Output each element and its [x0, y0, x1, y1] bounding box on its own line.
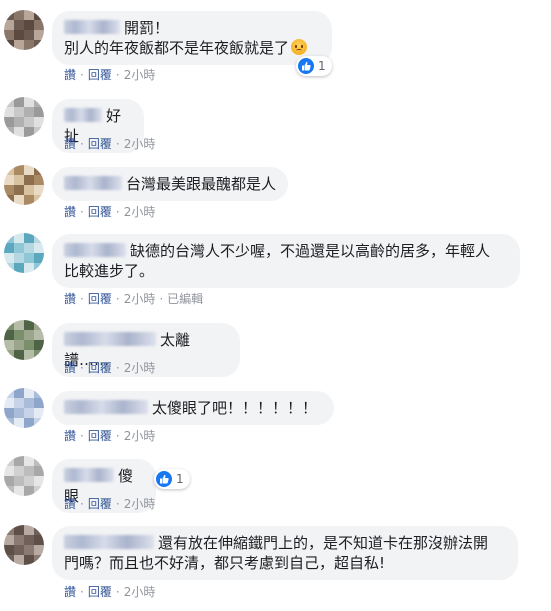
avatar[interactable] — [4, 165, 44, 205]
comment-text: 太傻眼了吧！！！！！！ — [152, 399, 318, 417]
reply-link[interactable]: 回覆 — [88, 137, 112, 151]
comment-actions: 讚 · 回覆 · 2小時 · 已編輯 — [64, 292, 204, 306]
edited-label[interactable]: 已編輯 — [167, 292, 203, 306]
comment-text: 別人的年夜飯都不是年夜飯就是了 — [64, 39, 290, 57]
avatar[interactable] — [4, 233, 44, 273]
author-name-blurred[interactable] — [64, 468, 114, 482]
timestamp[interactable]: 2小時 — [124, 137, 156, 151]
timestamp[interactable]: 2小時 — [124, 68, 156, 82]
like-link[interactable]: 讚 — [64, 361, 76, 375]
timestamp[interactable]: 2小時 — [124, 497, 156, 511]
timestamp[interactable]: 2小時 — [124, 361, 156, 375]
author-name-blurred[interactable] — [64, 400, 148, 414]
timestamp[interactable]: 2小時 — [124, 585, 156, 599]
avatar[interactable] — [4, 320, 44, 360]
like-link[interactable]: 讚 — [64, 585, 76, 599]
timestamp[interactable]: 2小時 — [124, 205, 156, 219]
reply-link[interactable]: 回覆 — [88, 68, 112, 82]
comment-bubble: 太傻眼了吧！！！！！！ — [52, 391, 334, 425]
angry-face-emoji — [291, 39, 308, 55]
comment-actions: 讚 · 回覆 · 2小時 — [64, 497, 156, 511]
comment-text: 還有放在伸縮鐵門上的，是不知道卡在那沒辦法開 — [158, 534, 489, 552]
reply-link[interactable]: 回覆 — [88, 429, 112, 443]
reply-link[interactable]: 回覆 — [88, 585, 112, 599]
comment-text: 門嗎？而且也不好清，都只考慮到自己，超自私! — [64, 554, 386, 572]
comment-bubble: 台灣最美跟最醜都是人 — [52, 167, 288, 201]
like-link[interactable]: 讚 — [64, 205, 76, 219]
author-name-blurred[interactable] — [64, 243, 126, 257]
comment-actions: 讚 · 回覆 · 2小時 — [64, 585, 156, 599]
comment-actions: 讚 · 回覆 · 2小時 — [64, 361, 156, 375]
comment-text: 台灣最美跟最醜都是人 — [126, 175, 277, 193]
comment-text: 缺德的台灣人不少喔，不過還是以高齡的居多，年輕人 — [130, 242, 491, 260]
reply-link[interactable]: 回覆 — [88, 205, 112, 219]
like-icon — [156, 471, 172, 487]
avatar[interactable] — [4, 10, 44, 50]
author-name-blurred[interactable] — [64, 20, 120, 34]
comment-text: 比較進步了。 — [64, 262, 155, 280]
reply-link[interactable]: 回覆 — [88, 292, 112, 306]
avatar[interactable] — [4, 97, 44, 137]
comment-actions: 讚 · 回覆 · 2小時 — [64, 205, 156, 219]
author-name-blurred[interactable] — [64, 332, 156, 346]
reaction-count-text: 1 — [318, 59, 326, 73]
reaction-count-text: 1 — [176, 472, 184, 486]
timestamp[interactable]: 2小時 — [124, 429, 156, 443]
like-link[interactable]: 讚 — [64, 68, 76, 82]
like-link[interactable]: 讚 — [64, 429, 76, 443]
comment-bubble: 還有放在伸縮鐵門上的，是不知道卡在那沒辦法開 門嗎？而且也不好清，都只考慮到自己… — [52, 526, 518, 580]
reaction-count[interactable]: 1 — [154, 469, 190, 489]
author-name-blurred[interactable] — [64, 108, 102, 122]
comment-bubble: 缺德的台灣人不少喔，不過還是以高齡的居多，年輕人 比較進步了。 — [52, 234, 520, 288]
timestamp[interactable]: 2小時 — [124, 292, 156, 306]
reaction-count[interactable]: 1 — [296, 56, 332, 76]
avatar[interactable] — [4, 525, 44, 565]
comment-actions: 讚 · 回覆 · 2小時 — [64, 429, 156, 443]
comment-text: 開罰！ — [124, 19, 170, 37]
author-name-blurred[interactable] — [64, 176, 122, 190]
comment-bubble: 開罰！ 別人的年夜飯都不是年夜飯就是了 — [52, 11, 332, 65]
like-link[interactable]: 讚 — [64, 292, 76, 306]
avatar[interactable] — [4, 388, 44, 428]
author-name-blurred[interactable] — [64, 535, 154, 549]
avatar[interactable] — [4, 456, 44, 496]
reply-link[interactable]: 回覆 — [88, 497, 112, 511]
like-icon — [298, 58, 314, 74]
like-link[interactable]: 讚 — [64, 497, 76, 511]
like-link[interactable]: 讚 — [64, 137, 76, 151]
comment-actions: 讚 · 回覆 · 2小時 — [64, 68, 156, 82]
reply-link[interactable]: 回覆 — [88, 361, 112, 375]
comment-actions: 讚 · 回覆 · 2小時 — [64, 137, 156, 151]
